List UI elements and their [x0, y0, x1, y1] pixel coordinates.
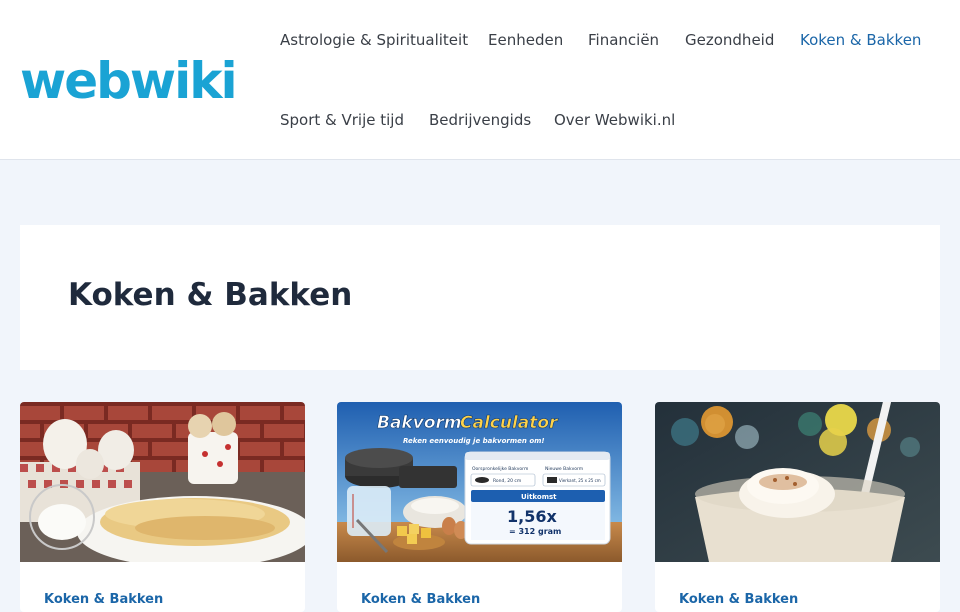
page-title-box: Koken & Bakken — [20, 225, 940, 370]
article-card-1[interactable]: Koken & Bakken — [20, 402, 305, 612]
illustration-title-2: Calculator — [460, 413, 559, 433]
illustration-col2-label: Nieuwe Bakvorm — [545, 466, 583, 472]
illustration-title-1: Bakvorm — [377, 413, 462, 433]
illustration-result-value: 1,56x — [507, 507, 557, 526]
nav-item-astrologie[interactable]: Astrologie & Spiritualiteit — [280, 31, 468, 49]
nav-item-bedrijvengids[interactable]: Bedrijvengids — [429, 111, 531, 129]
illustration-col1-value: Rond, 20 cm — [493, 478, 521, 484]
nav-item-over-webwiki[interactable]: Over Webwiki.nl — [554, 111, 675, 129]
illustration-col2-value: Vierkant, 25 x 25 cm — [559, 478, 601, 483]
bakvorm-calculator-illustration[interactable]: Bakvorm Calculator Reken eenvoudig je ba… — [337, 402, 622, 562]
nav-item-sport[interactable]: Sport & Vrije tijd — [280, 111, 404, 129]
nav-item-financien[interactable]: Financiën — [588, 31, 659, 49]
illustration-col1-label: Oorspronkelijke Bakvorm — [472, 466, 528, 472]
webwiki-logo[interactable]: webwiki — [20, 56, 238, 106]
illustration-result-sub: = 312 gram — [509, 527, 561, 536]
nav-item-koken-bakken[interactable]: Koken & Bakken — [800, 31, 921, 49]
milkshake-photo[interactable] — [655, 402, 940, 562]
article-card-2[interactable]: Bakvorm Calculator Reken eenvoudig je ba… — [337, 402, 622, 612]
pancakes-photo[interactable] — [20, 402, 305, 562]
nav-item-eenheden[interactable]: Eenheden — [488, 31, 563, 49]
page-title: Koken & Bakken — [68, 277, 353, 313]
nav-item-gezondheid[interactable]: Gezondheid — [685, 31, 774, 49]
illustration-result-label: Uitkomst — [521, 493, 557, 501]
site-header: webwiki Astrologie & Spiritualiteit Eenh… — [0, 0, 960, 160]
article-card-3[interactable]: Koken & Bakken — [655, 402, 940, 612]
illustration-subtitle: Reken eenvoudig je bakvormen om! — [403, 437, 545, 445]
